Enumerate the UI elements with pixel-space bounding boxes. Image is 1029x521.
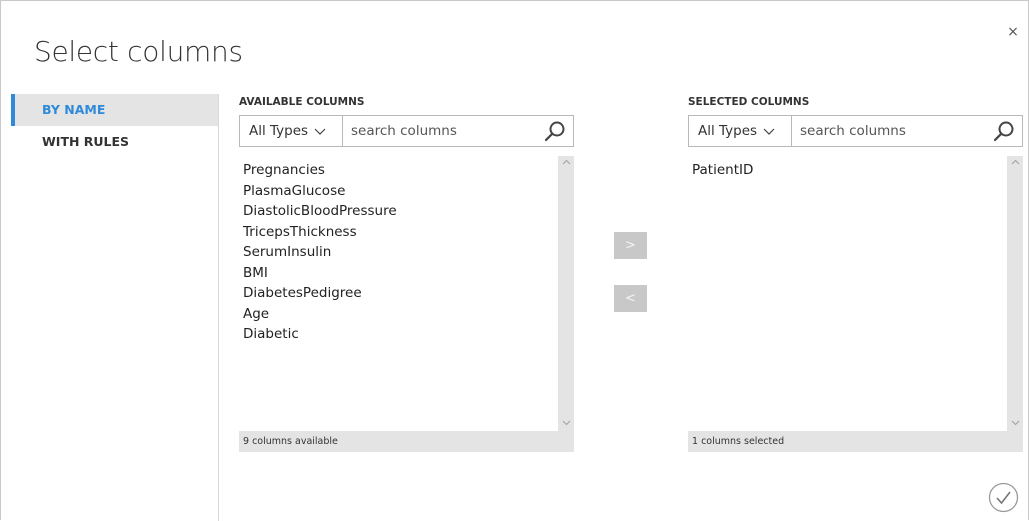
search-icon[interactable] [537,116,573,146]
list-item[interactable]: PatientID [692,160,1003,181]
selected-columns-panel: SELECTED COLUMNS All Types PatientID [688,94,1023,452]
selected-search-input[interactable] [792,116,986,146]
list-item[interactable]: Age [243,304,554,325]
available-columns-items: Pregnancies PlasmaGlucose DiastolicBloodPr… [243,160,554,345]
chevron-down-icon [314,125,326,137]
remove-column-button[interactable]: < [614,285,647,312]
available-scrollbar[interactable] [558,156,574,431]
available-status-bar: 9 columns available [239,431,574,452]
checkmark-circle-icon [988,482,1019,513]
list-item[interactable]: SerumInsulin [243,242,554,263]
list-item[interactable]: BMI [243,263,554,284]
selected-filter-row: All Types [688,115,1023,147]
available-columns-list[interactable]: Pregnancies PlasmaGlucose DiastolicBloodPr… [239,156,574,431]
selected-status-bar: 1 columns selected [688,431,1023,452]
close-icon[interactable]: × [1006,25,1020,39]
selected-type-label: All Types [698,123,758,139]
selection-mode-nav: BY NAME WITH RULES [11,94,219,521]
available-type-label: All Types [249,123,309,139]
nav-item-with-rules[interactable]: WITH RULES [11,126,218,158]
add-column-button[interactable]: > [614,232,647,259]
list-item[interactable]: DiastolicBloodPressure [243,201,554,222]
selected-scrollbar[interactable] [1007,156,1023,431]
list-item[interactable]: TricepsThickness [243,222,554,243]
list-item[interactable]: DiabetesPedigree [243,283,554,304]
dialog-title: Select columns [34,35,243,68]
chevron-up-icon[interactable] [1007,156,1023,170]
list-item[interactable]: Pregnancies [243,160,554,181]
selected-columns-list[interactable]: PatientID [688,156,1023,431]
list-item[interactable]: Diabetic [243,324,554,345]
selected-type-dropdown[interactable]: All Types [689,116,792,146]
select-columns-dialog: Select columns × BY NAME WITH RULES AVAI… [0,0,1029,521]
available-search-input[interactable] [343,116,537,146]
chevron-up-icon[interactable] [558,156,574,170]
list-item[interactable]: PlasmaGlucose [243,181,554,202]
selected-columns-header: SELECTED COLUMNS [688,96,810,108]
chevron-down-icon[interactable] [558,417,574,431]
chevron-down-icon[interactable] [1007,417,1023,431]
selected-columns-items: PatientID [692,160,1003,181]
available-columns-panel: AVAILABLE COLUMNS All Types PregnanciesP… [239,94,574,452]
search-icon[interactable] [986,116,1022,146]
available-filter-row: All Types [239,115,574,147]
chevron-down-icon [763,125,775,137]
confirm-button[interactable] [988,482,1019,513]
available-type-dropdown[interactable]: All Types [240,116,343,146]
nav-item-by-name[interactable]: BY NAME [11,94,218,126]
available-columns-header: AVAILABLE COLUMNS [239,96,365,108]
